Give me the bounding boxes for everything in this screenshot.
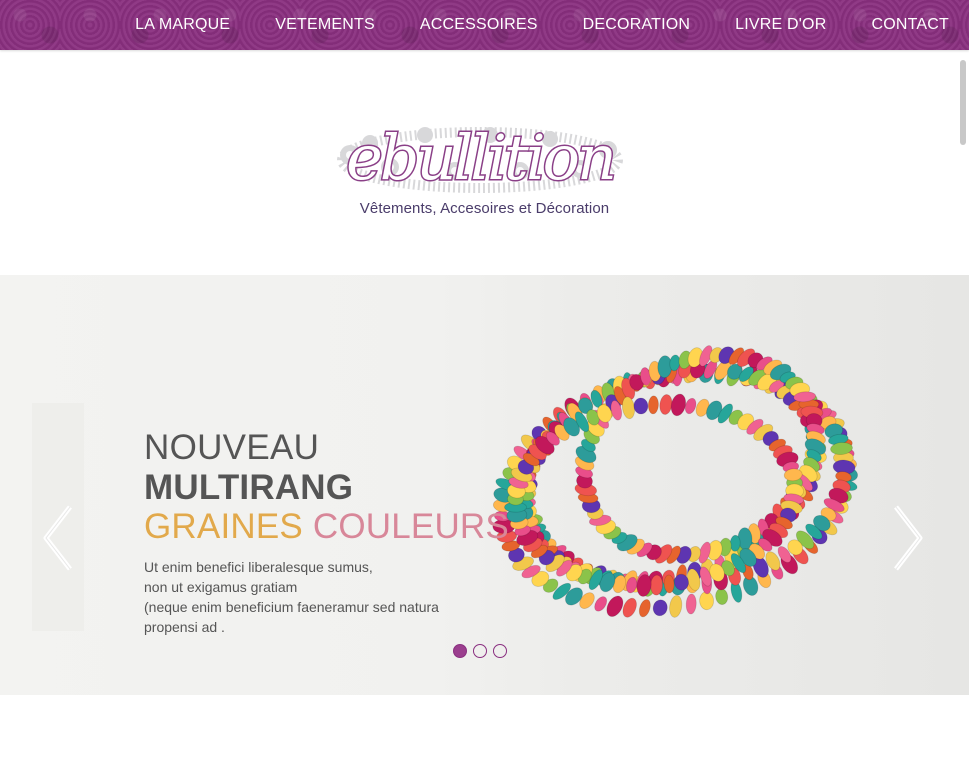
bead: [633, 397, 649, 415]
bead: [670, 393, 687, 417]
logo-wordmark: ebullition: [346, 121, 614, 194]
chevron-left-icon: [43, 505, 72, 571]
next-slide-button[interactable]: [888, 503, 928, 573]
hero-slider: NOUVEAU MULTIRANG GRAINES COULEURS Ut en…: [0, 275, 969, 695]
scrollbar-thumb[interactable]: [960, 60, 966, 145]
slide-caption: NOUVEAU MULTIRANG GRAINES COULEURS Ut en…: [144, 428, 509, 637]
bead: [647, 395, 659, 415]
bracelet-product-image: [492, 345, 859, 618]
page: LA MARQUE VETEMENTS ACCESSOIRES DECORATI…: [0, 0, 969, 769]
slide-body-line: propensi ad .: [144, 619, 225, 635]
slide-body-line: non ut exigamus gratiam: [144, 579, 298, 595]
nav-item-vetements[interactable]: VETEMENTS: [250, 0, 395, 50]
bead: [685, 593, 697, 615]
bead: [669, 595, 683, 618]
nav-item-decoration[interactable]: DECORATION: [558, 0, 710, 50]
slider-dot-2[interactable]: [473, 644, 487, 658]
slide-body-line: (neque enim beneficium faeneramur sed na…: [144, 599, 439, 615]
slider-pagination: [453, 644, 507, 658]
bead: [638, 599, 651, 618]
slide-body-text: Ut enim benefici liberalesque sumus, non…: [144, 557, 464, 637]
nav-item-contact[interactable]: CONTACT: [846, 0, 969, 50]
slide-heading-line1: NOUVEAU: [144, 428, 320, 467]
prev-slide-button[interactable]: [38, 503, 78, 573]
nav-item-la-marque[interactable]: LA MARQUE: [110, 0, 250, 50]
bead: [622, 597, 637, 618]
slide-heading-graines: GRAINES: [144, 507, 303, 546]
slide-heading-line3: GRAINES COULEURS: [144, 507, 509, 547]
site-tagline: Vêtements, Accesoires et Décoration: [359, 200, 610, 217]
slider-dot-1[interactable]: [453, 644, 467, 658]
bead: [652, 599, 668, 617]
page-scrollbar[interactable]: [957, 50, 969, 769]
bead: [606, 595, 624, 617]
ebullition-logo[interactable]: ebullition: [330, 105, 630, 200]
header-logo-area: ebullition Vêtements, Accesoires et Déco…: [0, 50, 969, 275]
nav-item-livre-dor[interactable]: LIVRE D'OR: [710, 0, 846, 50]
nav-menu: LA MARQUE VETEMENTS ACCESSOIRES DECORATI…: [110, 0, 969, 50]
slide-heading-line2: MULTIRANG: [144, 468, 354, 507]
slide-heading-couleurs: COULEURS: [312, 507, 509, 546]
slider-dot-3[interactable]: [493, 644, 507, 658]
top-navbar: LA MARQUE VETEMENTS ACCESSOIRES DECORATI…: [0, 0, 969, 50]
nav-item-accessoires[interactable]: ACCESSOIRES: [395, 0, 558, 50]
bead: [715, 588, 729, 605]
slide-body-line: Ut enim benefici liberalesque sumus,: [144, 559, 373, 575]
chevron-right-icon: [894, 505, 923, 571]
